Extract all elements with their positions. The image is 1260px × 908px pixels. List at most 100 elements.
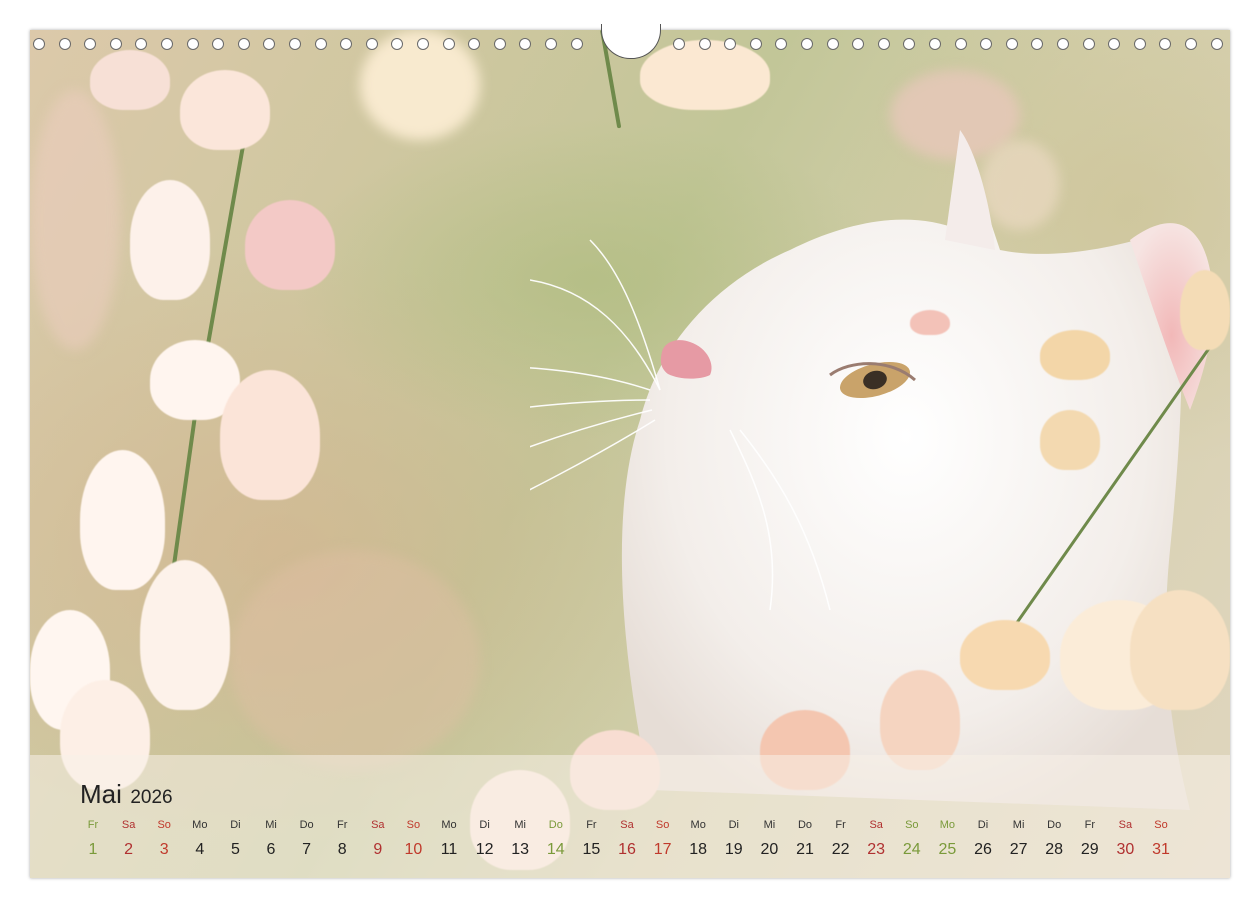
binding-hole — [749, 38, 762, 50]
binding-hole — [1031, 38, 1044, 50]
binding-hole — [442, 38, 455, 50]
binding-hole — [161, 38, 173, 50]
blossom — [1180, 270, 1230, 350]
weekday-label: Di — [977, 819, 989, 831]
weekday-label: So — [406, 819, 421, 831]
binding-hole — [263, 38, 276, 50]
binding-hole — [237, 38, 250, 50]
weekday-label: Sa — [121, 819, 136, 831]
binding-hole — [340, 38, 353, 50]
day-number: 17 — [653, 841, 672, 858]
binding-hole — [801, 38, 813, 50]
binding-hole — [877, 38, 890, 50]
weekday-label: Fr — [835, 819, 846, 831]
binding-hole — [698, 38, 711, 50]
weekday-label: So — [1154, 819, 1168, 831]
weekday-label: Sa — [869, 819, 883, 831]
binding-hole — [417, 38, 429, 50]
binding-hole — [365, 38, 378, 50]
blossom — [910, 310, 950, 335]
binding-hole — [545, 38, 557, 50]
binding-hole — [391, 38, 404, 50]
blossom — [245, 200, 335, 290]
binding-hole — [673, 38, 685, 50]
day-number: 6 — [266, 841, 276, 858]
binding-hole — [519, 38, 532, 50]
day-number: 16 — [618, 841, 636, 858]
day-number: 23 — [867, 841, 886, 858]
bokeh-light — [30, 90, 120, 350]
day-number: 27 — [1009, 841, 1028, 858]
bokeh-light — [230, 550, 480, 770]
day-number: 22 — [831, 841, 850, 858]
calendar-strip: Mai 2026 Fr 1 Sa 2 So 3 Mo 4 Di 5 Mi 6 Do 7 Fr 8 Sa 9 So 10… — [30, 755, 1230, 878]
weekday-label: Mi — [1012, 819, 1025, 831]
weekday-label: Di — [728, 819, 739, 831]
weekday-label: Fr — [1084, 819, 1095, 831]
binding-hole — [929, 38, 941, 50]
weekday-label: Mo — [441, 819, 457, 831]
weekday-label: Sa — [371, 819, 385, 831]
blossom — [220, 370, 320, 500]
weekday-label: Mo — [192, 819, 208, 831]
binding-hole — [84, 38, 97, 50]
day-number: 28 — [1045, 841, 1064, 858]
binding-hole — [314, 38, 327, 50]
weekday-label: Mo — [690, 819, 706, 831]
blossom — [1040, 410, 1100, 470]
day-number: 4 — [195, 841, 205, 858]
binding-hole — [212, 38, 225, 50]
weekday-label: Do — [797, 819, 813, 831]
binding-hole — [1108, 38, 1121, 50]
calendar-photo — [30, 30, 1230, 878]
binding-hole — [1185, 38, 1197, 50]
month-title: Mai 2026 — [80, 779, 173, 810]
month-year: 2026 — [130, 787, 173, 808]
weekday-label: So — [157, 819, 171, 831]
blossom — [960, 620, 1050, 690]
day-number: 2 — [124, 841, 134, 858]
weekday-label: Sa — [1118, 819, 1133, 831]
weekday-label: Di — [230, 819, 241, 831]
month-name: Mai — [80, 779, 122, 809]
day-number: 12 — [475, 841, 494, 858]
weekday-label: Mi — [265, 819, 277, 831]
weekday-label: Mi — [763, 819, 776, 831]
binding-hole — [724, 38, 737, 50]
binding-hole — [826, 38, 839, 50]
day-number: 3 — [159, 841, 169, 858]
binding-hole — [186, 38, 199, 50]
weekday-label: Mo — [939, 819, 956, 831]
day-number: 9 — [373, 841, 383, 858]
binding-hole — [903, 38, 916, 50]
binding-hole — [1133, 38, 1146, 50]
weekday-label: Di — [479, 819, 490, 831]
binding-hole — [58, 38, 71, 50]
day-number: 8 — [337, 841, 347, 858]
blossom — [1130, 590, 1230, 710]
weekday-label: Do — [299, 819, 314, 831]
day-number: 10 — [404, 841, 423, 858]
binding-hole — [775, 38, 788, 50]
day-number: 20 — [760, 841, 779, 858]
blossom — [140, 560, 230, 710]
blossom — [180, 70, 270, 150]
binding-hole — [109, 38, 122, 50]
weekday-label: So — [905, 819, 919, 831]
binding-hole — [289, 38, 301, 50]
binding-hole — [1159, 38, 1172, 50]
blossom — [80, 450, 165, 590]
weekday-label: Fr — [336, 819, 348, 831]
day-number: 24 — [902, 841, 921, 858]
day-number: 15 — [582, 841, 601, 858]
day-number: 25 — [938, 841, 957, 858]
binding-hole — [980, 38, 993, 50]
weekday-label: Fr — [586, 819, 597, 831]
day-number: 13 — [511, 841, 530, 858]
weekday-label: Fr — [87, 819, 99, 831]
blossom — [1040, 330, 1110, 380]
day-number: 29 — [1080, 841, 1099, 858]
binding-hole — [1005, 38, 1018, 50]
binding-hole — [493, 38, 506, 50]
day-number: 14 — [546, 841, 565, 858]
